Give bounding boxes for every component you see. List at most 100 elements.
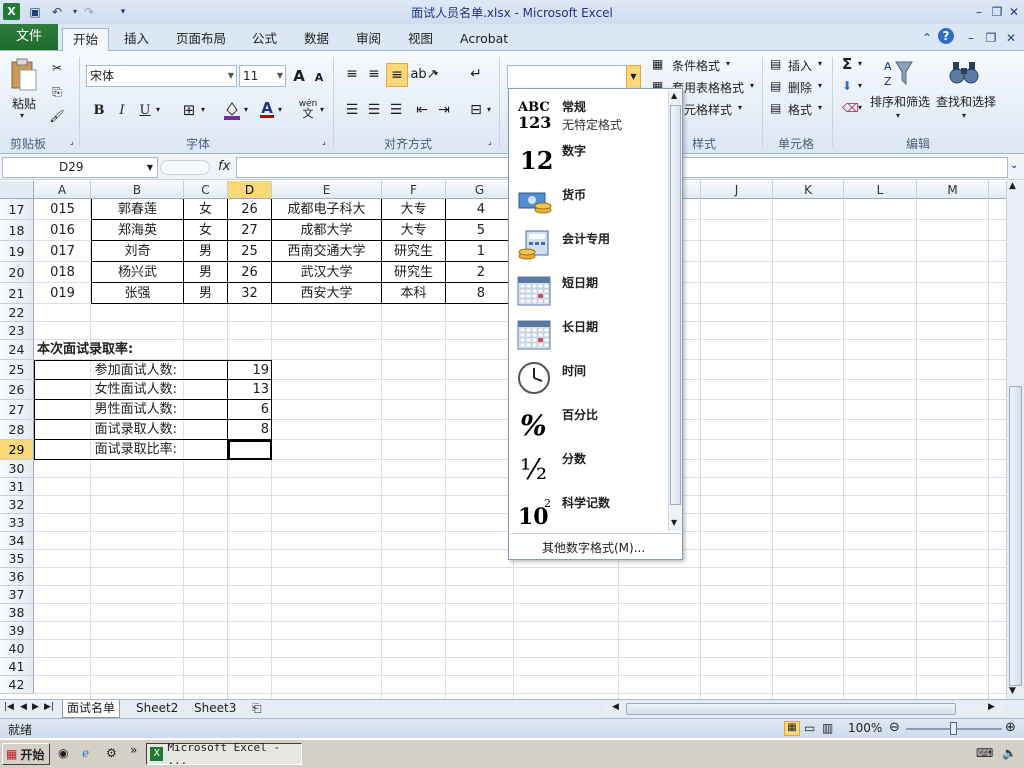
- table-cell-a[interactable]: 017: [34, 241, 91, 262]
- prev-sheet-icon[interactable]: ◀: [20, 702, 27, 712]
- decrease-indent-icon[interactable]: ⇤: [412, 99, 432, 121]
- row-header-31[interactable]: 31: [0, 478, 34, 496]
- table-cell-a[interactable]: 016: [34, 220, 91, 241]
- row-header-41[interactable]: 41: [0, 658, 34, 676]
- table-cell-c[interactable]: 女: [184, 220, 228, 241]
- column-header-a[interactable]: A: [34, 181, 91, 199]
- align-bottom-icon[interactable]: ≡: [386, 63, 408, 87]
- menu-scrollbar[interactable]: ▲ ▼: [668, 91, 682, 531]
- menu-scroll-down-icon[interactable]: ▼: [671, 518, 677, 527]
- row-header-27[interactable]: 27: [0, 400, 34, 420]
- phonetic-dropdown-icon[interactable]: ▾: [320, 105, 324, 114]
- merge-dropdown-icon[interactable]: ▾: [487, 105, 491, 114]
- restore-icon[interactable]: ❐: [988, 3, 1006, 20]
- row-header-18[interactable]: 18: [0, 220, 34, 241]
- paste-icon[interactable]: [8, 57, 40, 93]
- table-cell-c[interactable]: 男: [184, 262, 228, 283]
- table-format-dropdown-icon[interactable]: ▾: [750, 81, 754, 90]
- table-cell-a[interactable]: 018: [34, 262, 91, 283]
- number-format-combo[interactable]: [507, 65, 641, 89]
- align-right-icon[interactable]: ☰: [386, 99, 406, 121]
- number-format-item[interactable]: ½ 分数: [511, 443, 666, 487]
- fill-color-icon[interactable]: [222, 99, 242, 121]
- menu-scroll-thumb[interactable]: [670, 105, 681, 505]
- clear-icon[interactable]: ⌫: [842, 101, 859, 115]
- summary-value[interactable]: 13: [228, 380, 272, 400]
- table-cell-f[interactable]: 本科: [382, 283, 446, 304]
- number-format-item[interactable]: ABC 123 常规 无特定格式: [511, 91, 666, 135]
- row-header-28[interactable]: 28: [0, 420, 34, 440]
- table-cell-b[interactable]: 杨兴武: [91, 262, 184, 283]
- table-cell-e[interactable]: 成都大学: [272, 220, 382, 241]
- table-cell-c[interactable]: 女: [184, 199, 228, 220]
- row-header-22[interactable]: 22: [0, 304, 34, 322]
- tab-home[interactable]: 开始: [62, 28, 110, 52]
- paste-dropdown-icon[interactable]: ▾: [20, 111, 24, 120]
- cond-format-dropdown-icon[interactable]: ▾: [726, 59, 730, 68]
- table-cell-g[interactable]: 2: [446, 262, 514, 283]
- doc-minimize-icon[interactable]: –: [962, 29, 980, 46]
- alignment-launcher-icon[interactable]: ⌟: [488, 137, 492, 146]
- table-cell-a[interactable]: 019: [34, 283, 91, 304]
- quicklaunch-more-icon[interactable]: »: [130, 743, 137, 757]
- underline-dropdown-icon[interactable]: ▾: [156, 105, 160, 114]
- font-color-icon[interactable]: A: [258, 97, 276, 121]
- row-header-34[interactable]: 34: [0, 532, 34, 550]
- table-cell-e[interactable]: 成都电子科大: [272, 199, 382, 220]
- sheet-tab-interview[interactable]: 面试名单: [62, 700, 121, 718]
- zoom-in-icon[interactable]: ⊕: [1005, 720, 1016, 735]
- format-painter-icon[interactable]: 🖌: [48, 107, 66, 125]
- number-format-item[interactable]: 货币: [511, 179, 666, 223]
- tab-formulas[interactable]: 公式: [242, 28, 287, 51]
- underline-button[interactable]: U: [136, 99, 154, 121]
- insert-cells-icon[interactable]: ▤: [770, 57, 781, 71]
- page-layout-view-icon[interactable]: ▭: [804, 721, 815, 735]
- number-format-item[interactable]: % 百分比: [511, 399, 666, 443]
- delete-cells-button[interactable]: 删除: [788, 79, 812, 96]
- orientation-dropdown-icon[interactable]: ▾: [434, 69, 438, 78]
- doc-restore-icon[interactable]: ❐: [982, 29, 1000, 46]
- shrink-font-button[interactable]: A: [312, 67, 326, 87]
- paste-button[interactable]: 粘贴: [12, 95, 36, 112]
- column-header-l[interactable]: L: [844, 181, 917, 199]
- summary-label[interactable]: 女性面试人数:: [34, 380, 228, 400]
- number-format-item[interactable]: 10 2 科学记数: [511, 487, 666, 531]
- row-header-17[interactable]: 17: [0, 199, 34, 220]
- column-header-d[interactable]: D: [228, 181, 272, 199]
- summary-value[interactable]: 19: [228, 360, 272, 380]
- table-cell-b[interactable]: 郭春莲: [91, 199, 184, 220]
- row-header-20[interactable]: 20: [0, 262, 34, 283]
- sheet-tab-sheet3[interactable]: Sheet3: [190, 700, 240, 718]
- column-header-b[interactable]: B: [91, 181, 184, 199]
- row-header-38[interactable]: 38: [0, 604, 34, 622]
- minimize-icon[interactable]: –: [970, 3, 988, 20]
- font-color-dropdown-icon[interactable]: ▾: [278, 105, 282, 114]
- tray-keyboard-icon[interactable]: ⌨: [976, 746, 993, 760]
- wrap-text-icon[interactable]: ↵: [466, 63, 486, 85]
- table-cell-d[interactable]: 26: [228, 262, 272, 283]
- autosum-icon[interactable]: Σ: [842, 55, 852, 73]
- grow-font-button[interactable]: A: [290, 65, 308, 87]
- table-cell-f[interactable]: 研究生: [382, 262, 446, 283]
- column-header-f[interactable]: F: [382, 181, 446, 199]
- summary-label[interactable]: 参加面试人数:: [34, 360, 228, 380]
- ribbon-minimize-icon[interactable]: ⌃: [918, 29, 936, 46]
- row-header-25[interactable]: 25: [0, 360, 34, 380]
- table-cell-b[interactable]: 刘奇: [91, 241, 184, 262]
- font-launcher-icon[interactable]: ⌟: [322, 137, 326, 146]
- cell-styles-button[interactable]: 元格样式: [684, 101, 732, 118]
- normal-view-icon[interactable]: ▦: [784, 721, 800, 736]
- sort-filter-icon[interactable]: AZ: [880, 57, 916, 89]
- column-header-k[interactable]: K: [773, 181, 844, 199]
- row-header-39[interactable]: 39: [0, 622, 34, 640]
- vertical-scroll-thumb[interactable]: [1009, 386, 1022, 686]
- font-size-combo[interactable]: 11 ▼: [239, 65, 286, 87]
- align-center-icon[interactable]: ☰: [364, 99, 384, 121]
- clear-dropdown-icon[interactable]: ▾: [858, 103, 862, 112]
- column-header-j[interactable]: J: [701, 181, 773, 199]
- table-cell-e[interactable]: 西南交通大学: [272, 241, 382, 262]
- row-header-35[interactable]: 35: [0, 550, 34, 568]
- align-middle-icon[interactable]: ≡: [364, 63, 384, 85]
- find-dropdown-icon[interactable]: ▾: [962, 111, 966, 120]
- number-format-item[interactable]: 时间: [511, 355, 666, 399]
